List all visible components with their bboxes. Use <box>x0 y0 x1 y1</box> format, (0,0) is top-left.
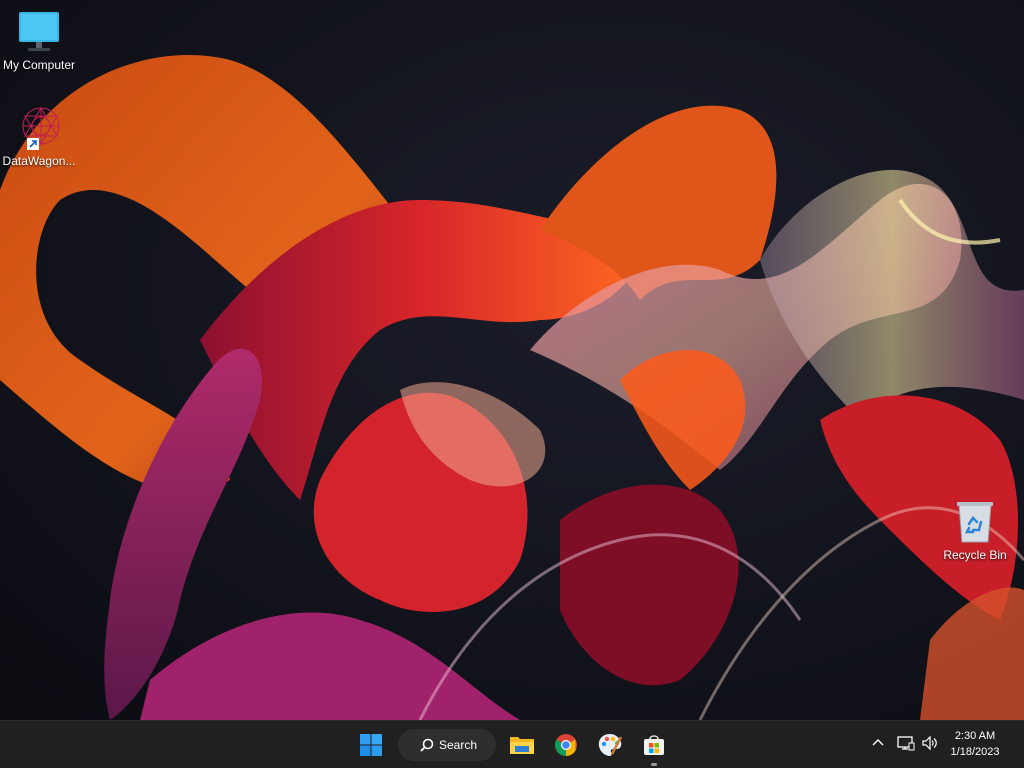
datawagon-app-icon <box>15 104 63 152</box>
search-icon <box>420 738 434 752</box>
chevron-up-icon[interactable] <box>870 735 886 751</box>
search-label: Search <box>439 738 478 752</box>
taskbar: Search 2:30 AM 1/18/2023 <box>0 720 1024 768</box>
desktop-icon-label: My Computer <box>2 58 76 72</box>
network-icon[interactable] <box>897 735 915 751</box>
store-bag-icon <box>644 735 664 755</box>
recycle-bin-icon <box>951 498 999 546</box>
desktop-wallpaper <box>0 0 1024 720</box>
taskbar-search[interactable]: Search <box>398 729 496 761</box>
desktop-icon-label: DataWagon... <box>2 154 76 168</box>
running-app-indicator <box>651 763 657 766</box>
paint-palette-icon <box>598 734 623 756</box>
taskbar-clock[interactable]: 2:30 AM 1/18/2023 <box>944 728 1006 760</box>
desktop-icon-recycle-bin[interactable]: Recycle Bin <box>936 498 1014 562</box>
desktop-icon-datawagon[interactable]: DataWagon... <box>0 104 78 168</box>
monitor-icon <box>15 8 63 56</box>
folder-icon <box>510 737 534 754</box>
taskbar-paint[interactable] <box>592 727 628 763</box>
volume-icon[interactable] <box>921 735 939 751</box>
start-button[interactable] <box>352 727 390 763</box>
taskbar-chrome[interactable] <box>548 727 584 763</box>
chrome-icon <box>555 734 577 756</box>
taskbar-microsoft-store[interactable] <box>636 727 672 763</box>
clock-time: 2:30 AM <box>954 730 996 742</box>
desktop-icon-my-computer[interactable]: My Computer <box>0 8 78 72</box>
clock-date: 1/18/2023 <box>950 746 1000 758</box>
desktop-icon-label: Recycle Bin <box>943 548 1007 562</box>
windows-logo-icon <box>360 734 382 756</box>
taskbar-file-explorer[interactable] <box>504 727 540 763</box>
